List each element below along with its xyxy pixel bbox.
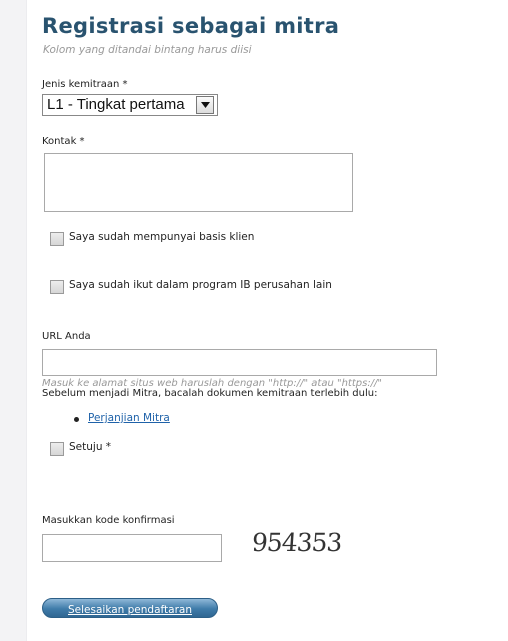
submit-registration-button[interactable]: Selesaikan pendaftaran (42, 598, 218, 618)
submit-button-label: Selesaikan pendaftaran (68, 604, 192, 616)
captcha-image: 954353 (250, 528, 343, 557)
page-title: Registrasi sebagai mitra (42, 14, 340, 38)
captcha-label: Masukkan kode konfirmasi (42, 515, 175, 526)
url-input[interactable] (42, 349, 437, 376)
required-fields-note: Kolom yang ditandai bintang harus diisi (43, 44, 252, 56)
client-base-checkbox-label: Saya sudah mempunyai basis klien (69, 231, 255, 243)
contact-label: Kontak * (42, 136, 85, 147)
select-dropdown-button[interactable] (196, 96, 214, 114)
agreement-notice: Sebelum menjadi Mitra, bacalah dokumen k… (42, 388, 378, 399)
ib-program-checkbox[interactable] (50, 280, 64, 294)
partnership-type-label: Jenis kemitraan * (42, 79, 128, 90)
url-label: URL Anda (42, 331, 91, 342)
agree-checkbox-label: Setuju * (69, 441, 112, 453)
agree-checkbox[interactable] (50, 442, 64, 456)
chevron-down-icon (200, 102, 210, 108)
partnership-type-select[interactable]: L1 - Tingkat pertama (42, 94, 218, 116)
partner-agreement-link[interactable]: Perjanjian Mitra (88, 412, 170, 424)
contact-textarea[interactable] (44, 153, 353, 212)
ib-program-checkbox-label: Saya sudah ikut dalam program IB perusah… (69, 279, 332, 291)
bullet-icon (74, 417, 79, 422)
captcha-input[interactable] (42, 534, 222, 562)
client-base-checkbox[interactable] (50, 232, 64, 246)
